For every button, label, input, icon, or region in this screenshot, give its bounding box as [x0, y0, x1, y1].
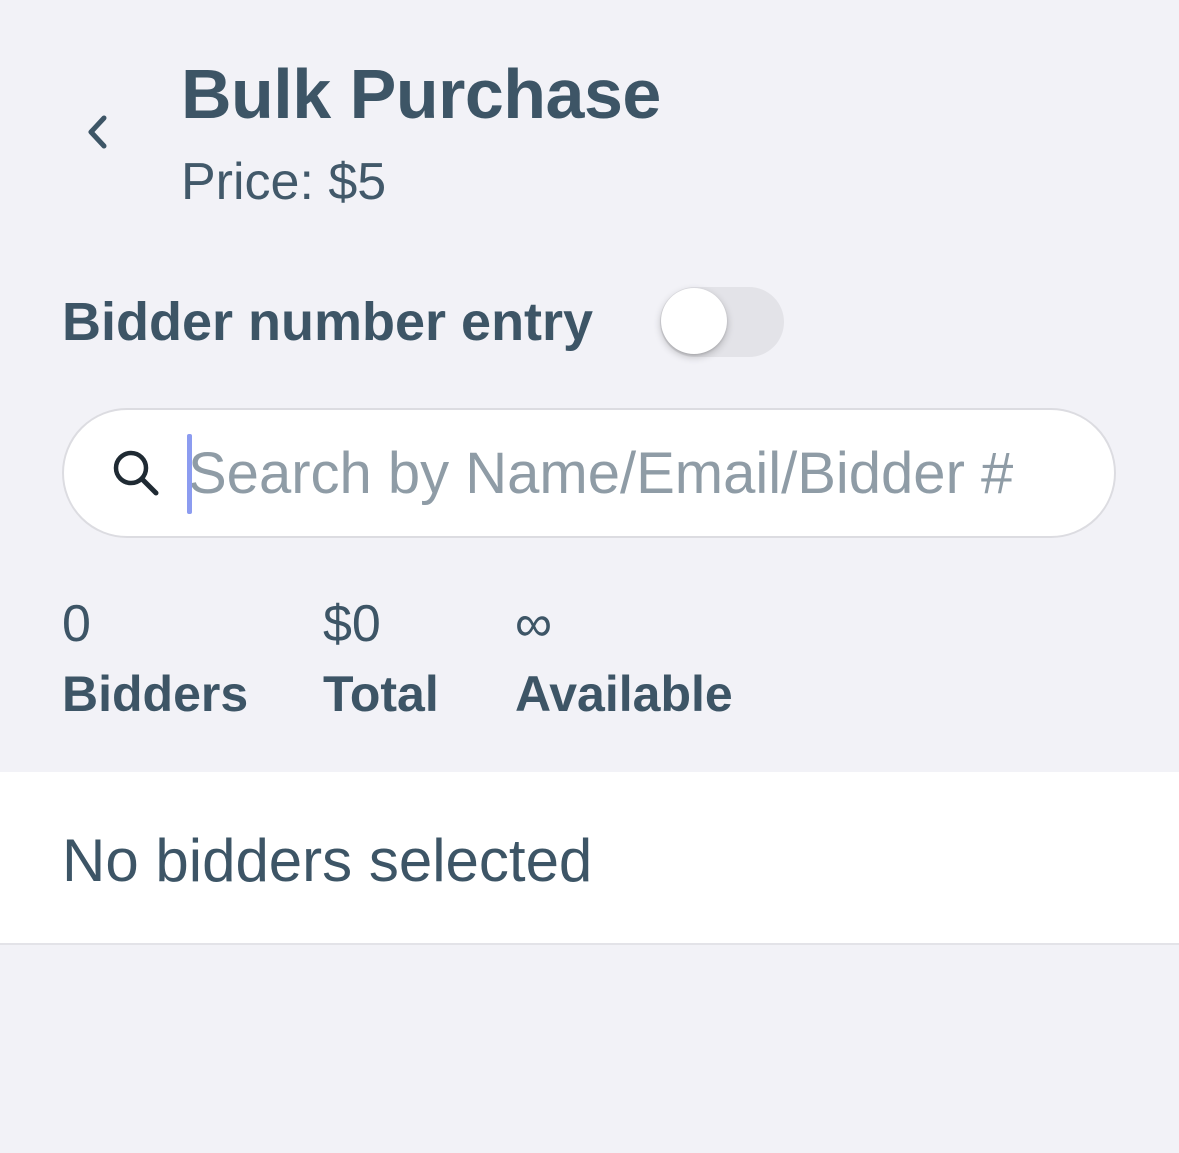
selected-bidders-list: No bidders selected: [0, 772, 1179, 945]
toggle-knob: [661, 288, 727, 354]
search-input[interactable]: [188, 430, 1088, 516]
stat-total: $0 Total: [323, 592, 439, 724]
available-label: Available: [515, 666, 733, 722]
search-bar[interactable]: [62, 408, 1116, 538]
stat-available: ∞ Available: [515, 592, 733, 724]
total-amount: $0: [323, 595, 381, 653]
back-button[interactable]: [70, 100, 126, 164]
bidders-count: 0: [62, 595, 91, 653]
bidder-number-entry-toggle[interactable]: [660, 287, 784, 357]
search-icon: [113, 450, 159, 496]
bidder-number-entry-label: Bidder number entry: [62, 292, 594, 352]
price-label: Price: $5: [181, 153, 387, 211]
text-caret: [187, 434, 192, 514]
total-label: Total: [323, 666, 439, 722]
empty-state-message: No bidders selected: [62, 827, 593, 894]
available-count: ∞: [515, 595, 553, 653]
page-title: Bulk Purchase: [181, 55, 661, 133]
chevron-left-icon: [88, 115, 107, 149]
stat-bidders: 0 Bidders: [62, 592, 248, 724]
bidders-label: Bidders: [62, 666, 249, 722]
